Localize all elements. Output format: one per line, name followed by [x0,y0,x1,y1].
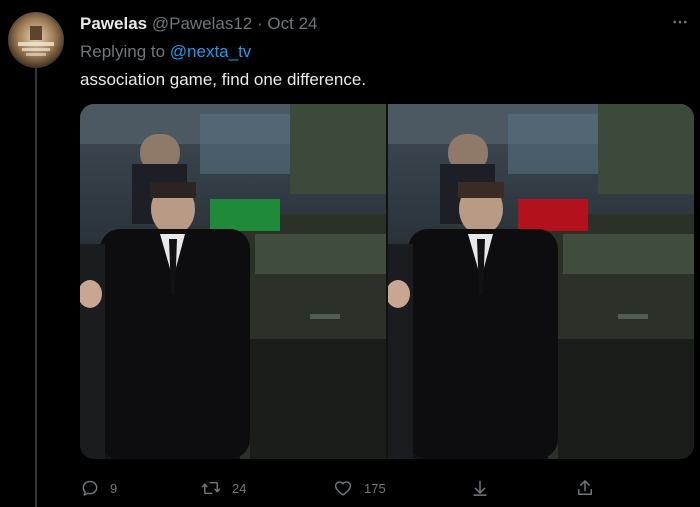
retweet-button[interactable]: 24 [200,474,246,502]
upload-icon [578,480,592,495]
retweet-icon [201,481,221,495]
display-name[interactable]: Pawelas [80,14,147,33]
tweet-actions: 9 24 175 [80,474,680,502]
thread-line [35,68,37,507]
factory-scene-left [80,104,386,459]
heart-icon [334,481,352,496]
tweet-text: association game, find one difference. [80,70,367,89]
user-handle[interactable]: @Pawelas12 [152,14,252,33]
more-options-button[interactable] [668,10,692,34]
reply-count: 9 [110,480,118,496]
share-icon [473,480,487,496]
tweet-date[interactable]: Oct 24 [267,14,317,33]
factory-scene-right [386,104,694,459]
tweet-header: Pawelas @Pawelas12 · Oct 24 [80,13,318,35]
like-count: 175 [364,480,386,496]
reply-button[interactable]: 9 [80,474,117,502]
like-button[interactable]: 175 [332,474,386,502]
retweet-count: 24 [232,480,247,496]
upload-button[interactable] [575,474,595,502]
replying-to: Replying to @nexta_tv [80,41,251,63]
reply-icon [82,480,98,496]
replying-to-label: Replying to [80,42,170,61]
replying-to-link[interactable]: @nexta_tv [170,42,252,61]
separator-dot: · [257,14,263,33]
share-button[interactable] [470,474,490,502]
media-image-left[interactable] [80,104,386,459]
avatar[interactable] [8,12,64,68]
more-icon [673,20,687,24]
avatar-image [8,12,64,68]
media-image-right[interactable] [386,104,694,459]
tweet-media[interactable] [80,104,694,459]
